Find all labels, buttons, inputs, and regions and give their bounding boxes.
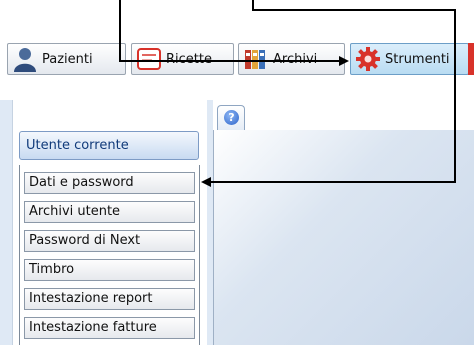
arrow-to-archivi-utente (201, 0, 456, 187)
annotation-arrows (119, 0, 456, 187)
